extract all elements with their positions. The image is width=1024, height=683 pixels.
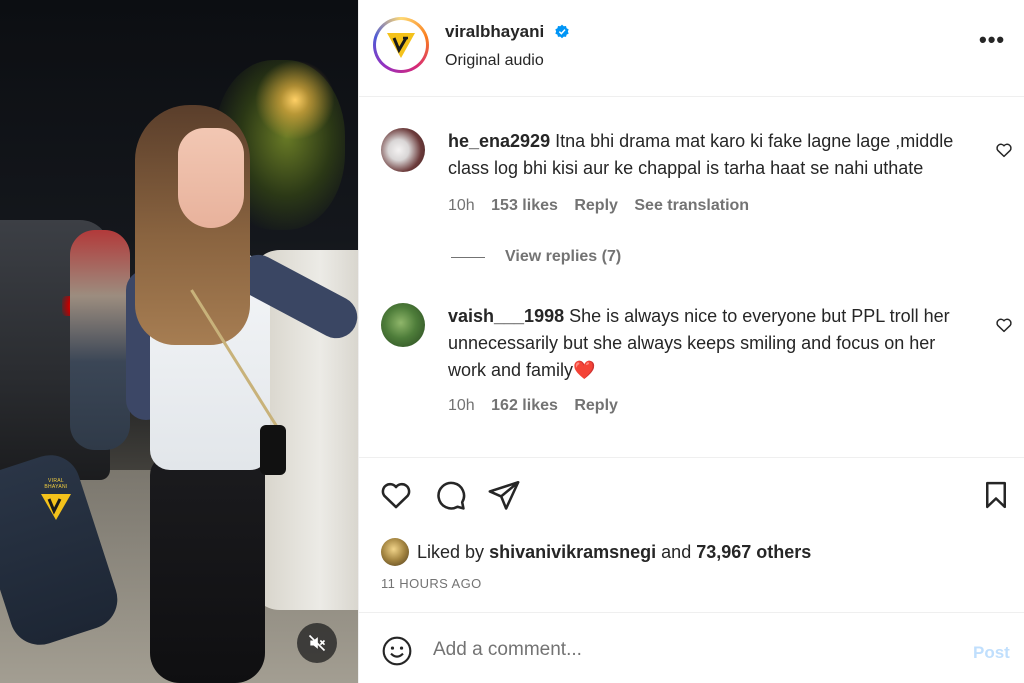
view-replies-line [451,256,485,258]
audio-label[interactable]: Original audio [445,52,544,70]
comment-likes[interactable]: 153 likes [491,197,558,214]
video-scene-photographer [70,230,130,450]
watermark-text: VIRAL BHAYANI [44,478,68,490]
comment-like-heart-icon[interactable] [995,316,1013,334]
view-replies-button[interactable]: View replies (7) [451,248,621,266]
liked-by-avatar[interactable] [381,538,409,566]
post-comment-button[interactable]: Post [973,643,1010,663]
comment-likes[interactable]: 162 likes [491,397,558,414]
liked-by-summary: Liked by shivanivikramsnegi and 73,967 o… [381,538,811,566]
see-translation-button[interactable]: See translation [634,197,749,214]
mute-button[interactable] [297,623,337,663]
comment-bubble-icon[interactable] [433,478,467,512]
comment-input[interactable] [433,633,953,667]
comment-text: he_ena2929 Itna bhi drama mat karo ki fa… [448,128,968,182]
comment-meta: 10h 162 likes Reply [448,397,630,415]
commenter-avatar[interactable] [381,128,425,172]
more-options-button[interactable]: ••• [979,29,1005,51]
comment-item: vaish___1998 She is always nice to every… [359,300,1024,430]
video-scene-woman-pants [150,455,265,683]
video-watermark: VIRAL BHAYANI [36,478,76,527]
view-replies-label: View replies (7) [505,248,622,265]
verified-badge-icon [555,24,569,39]
liked-by-user[interactable]: shivanivikramsnegi [489,542,656,563]
comment-item: he_ena2929 Itna bhi drama mat karo ki fa… [359,125,1024,245]
reply-button[interactable]: Reply [574,197,618,214]
liked-by-and: and [661,541,692,562]
video-scene-bag [260,425,286,475]
commenter-username[interactable]: vaish___1998 [448,306,564,326]
commenter-avatar[interactable] [381,303,425,347]
heart-emoji: ❤️ [573,360,596,380]
comment-time[interactable]: 10h [448,397,475,414]
comment-composer: Post [359,612,1024,683]
author-avatar[interactable] [373,17,429,73]
emoji-smiley-icon[interactable] [381,635,413,667]
speaker-muted-icon [308,634,326,652]
comment-text: vaish___1998 She is always nice to every… [448,303,968,384]
reply-button[interactable]: Reply [574,397,618,414]
viral-bhayani-logo-icon [41,494,71,520]
liked-by-prefix: Liked by [417,541,485,562]
video-scene-streetlight [255,60,335,140]
post-header: viralbhayani Original audio ••• [359,0,1024,97]
post-details-panel: viralbhayani Original audio ••• he_ena29… [358,0,1024,683]
post-video[interactable]: VIRAL BHAYANI [0,0,358,683]
share-paper-plane-icon[interactable] [487,478,521,512]
commenter-username[interactable]: he_ena2929 [448,131,550,151]
viral-bhayani-logo-icon [387,33,415,58]
comment-time[interactable]: 10h [448,197,475,214]
post-action-bar [359,457,1024,537]
post-timestamp[interactable]: 11 HOURS AGO [381,576,482,591]
liked-by-others[interactable]: 73,967 others [696,542,811,563]
video-scene-woman-face [178,128,244,228]
comment-meta: 10h 153 likes Reply See translation [448,197,761,215]
comment-like-heart-icon[interactable] [995,141,1013,159]
save-bookmark-icon[interactable] [981,478,1011,512]
like-heart-icon[interactable] [379,478,413,512]
author-username[interactable]: viralbhayani [445,22,544,42]
